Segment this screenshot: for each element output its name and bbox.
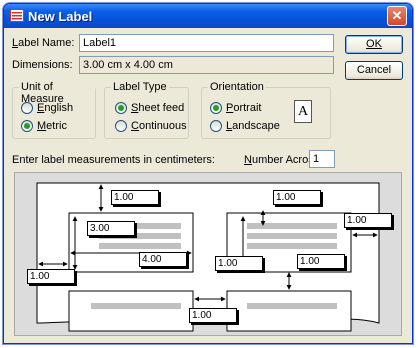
landscape-radio[interactable] (210, 120, 222, 132)
orientation-title: Orientation (208, 81, 266, 93)
page-letter: A (297, 104, 309, 119)
row-gap-field[interactable]: 1.00 (297, 254, 345, 269)
orientation-group: Orientation Portrait Landscape A (201, 81, 331, 139)
sheet-feed-label: Sheet feed (131, 102, 185, 114)
close-button[interactable]: ✕ (387, 6, 407, 26)
right-top-field[interactable]: 1.00 (273, 190, 321, 205)
dimensions-caption: Dimensions: (12, 59, 73, 71)
portrait-label: Portrait (226, 102, 262, 114)
unit-of-measure-group: Unit of Measure English Metric (12, 81, 96, 139)
landscape-label: Landscape (226, 120, 280, 132)
close-icon: ✕ (391, 8, 403, 23)
continuous-label: Continuous (131, 120, 187, 132)
portrait-page-icon: A (294, 100, 312, 123)
sheet-feed-radio[interactable] (115, 102, 127, 114)
label-layout-preview: 1.00 3.00 4.00 1.00 1.00 1.00 1.00 1.00 … (14, 172, 402, 336)
metric-radio[interactable] (21, 120, 33, 132)
number-across-input[interactable]: 1 (309, 150, 335, 168)
top-margin-field[interactable]: 1.00 (111, 190, 159, 205)
dialog-title: New Label (28, 9, 93, 24)
continuous-radio[interactable] (115, 120, 127, 132)
label-name-input[interactable]: Label1 (79, 34, 334, 52)
vertical-pitch-field[interactable]: 1.00 (215, 256, 263, 271)
english-label: English (37, 102, 74, 114)
title-bar[interactable]: New Label ✕ (4, 4, 412, 28)
label-name-caption: Label Name: (12, 37, 75, 49)
cancel-button[interactable]: Cancel (345, 61, 403, 80)
label-type-title: Label Type (111, 81, 169, 93)
label-app-icon (10, 9, 24, 22)
portrait-radio[interactable] (210, 102, 222, 114)
instruction-text: Enter label measurements in centimeters: (12, 154, 215, 166)
side-margin-field[interactable]: 1.00 (27, 269, 75, 284)
label-height-field[interactable]: 3.00 (87, 221, 135, 236)
right-margin-field[interactable]: 1.00 (344, 213, 392, 228)
dimensions-value: 3.00 cm x 4.00 cm (79, 56, 334, 74)
english-radio[interactable] (21, 102, 33, 114)
label-type-group: Label Type Sheet feed Continuous (104, 81, 189, 139)
ok-button[interactable]: OK (345, 35, 403, 54)
label-width-field[interactable]: 4.00 (139, 252, 187, 267)
new-label-dialog: New Label ✕ Label Name: Label1 Dimension… (3, 3, 413, 344)
metric-label: Metric (37, 120, 67, 132)
column-gap-field[interactable]: 1.00 (189, 308, 237, 323)
